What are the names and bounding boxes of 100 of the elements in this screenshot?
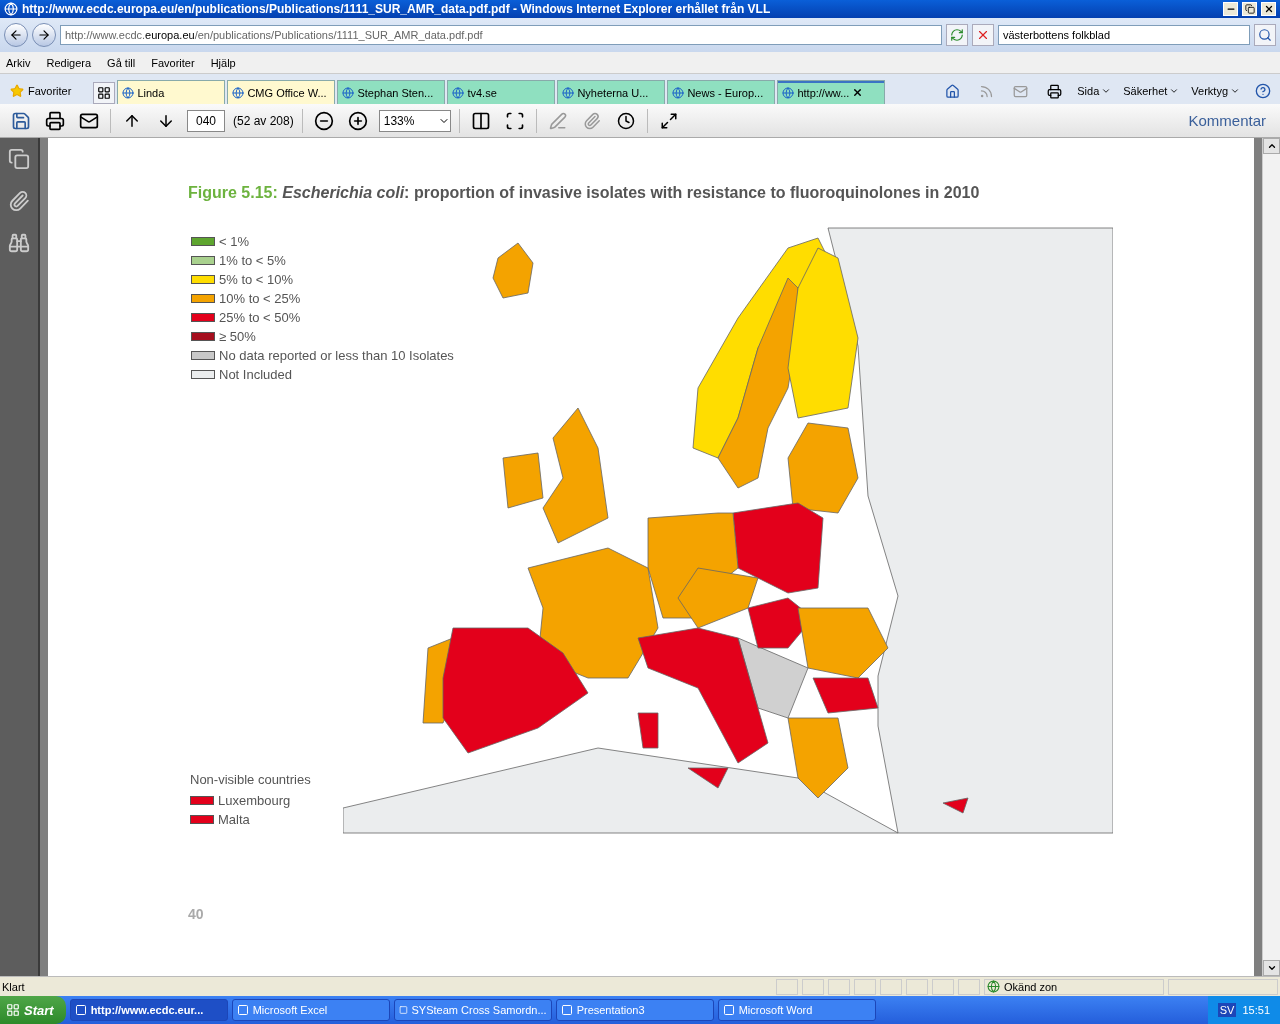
menu-item[interactable]: Gå till xyxy=(107,56,136,69)
legend-label: Not Included xyxy=(219,367,292,382)
caret-icon xyxy=(1101,86,1112,96)
window-icon xyxy=(74,1004,87,1016)
legend-label: No data reported or less than 10 Isolates xyxy=(219,348,454,363)
scroll-down-button[interactable] xyxy=(1263,960,1280,976)
window-icon xyxy=(236,1004,249,1016)
save-icon xyxy=(11,110,31,131)
refresh-icon xyxy=(950,28,964,42)
favorites-button[interactable]: Favoriter xyxy=(4,78,78,104)
search-field[interactable]: västerbottens folkblad xyxy=(998,25,1250,45)
browser-tab[interactable]: CMG Office W... xyxy=(227,80,336,104)
back-arrow-icon xyxy=(9,28,23,42)
clock: 15:51 xyxy=(1242,1004,1270,1016)
caret-icon xyxy=(1230,86,1240,96)
paperclip-icon xyxy=(582,111,601,130)
frame-icon xyxy=(504,110,525,131)
browser-tab[interactable]: News - Europ... xyxy=(667,80,776,104)
print-icon xyxy=(45,110,65,131)
quick-tabs-button[interactable] xyxy=(93,82,116,104)
globe-icon xyxy=(4,2,18,16)
columns-icon xyxy=(470,110,491,131)
status-pane xyxy=(802,978,824,995)
binoculars-icon[interactable] xyxy=(8,232,30,254)
menu-item[interactable]: Hjälp xyxy=(210,56,236,69)
taskbar-button[interactable]: Microsoft Excel xyxy=(231,999,390,1021)
window-title: http://www.ecdc.europa.eu/en/publications/Publications/1111_SUR_AMR_data.pdf.pdf - Windows Internet Explorer erhållet från VLL xyxy=(22,2,772,16)
legend-label: Luxembourg xyxy=(218,793,291,808)
browser-tab[interactable]: Nyheterna U... xyxy=(557,80,666,104)
taskbar-button[interactable]: Presentation3 xyxy=(555,999,714,1021)
page-number-field[interactable]: 040 xyxy=(187,109,225,132)
caret-icon xyxy=(1169,86,1180,96)
security-zone: Okänd zon xyxy=(984,978,1164,995)
refresh-button[interactable] xyxy=(946,24,968,46)
minimize-button[interactable] xyxy=(1223,2,1238,16)
globe-icon xyxy=(122,86,135,99)
menu-item[interactable]: Redigera xyxy=(46,56,92,69)
language-indicator[interactable]: SV xyxy=(1217,1003,1237,1017)
legend-label: 10% to < 25% xyxy=(219,291,301,306)
forward-button[interactable] xyxy=(32,23,56,47)
status-text: Klart xyxy=(2,980,26,993)
status-pane xyxy=(958,978,980,995)
command-menu[interactable]: Sida xyxy=(1075,85,1114,97)
page-number: 40 xyxy=(188,906,205,922)
status-pane xyxy=(828,978,850,995)
browser-tab[interactable]: Linda xyxy=(117,80,226,104)
star-icon xyxy=(10,84,24,98)
page-count: (52 av 208) xyxy=(233,113,294,128)
address-field[interactable]: http://www.ecdc.europa.eu/en/publications/Publications/1111_SUR_AMR_data.pdf.pdf xyxy=(60,25,942,45)
scrollbar[interactable] xyxy=(1262,138,1280,976)
search-icon xyxy=(1258,28,1272,42)
stop-button[interactable] xyxy=(972,24,994,46)
back-button[interactable] xyxy=(4,23,28,47)
globe-icon xyxy=(562,86,575,99)
paperclip-icon[interactable] xyxy=(8,190,30,212)
command-menu[interactable]: Säkerhet xyxy=(1121,85,1182,97)
globe-icon xyxy=(232,86,245,99)
browser-tab[interactable]: tv4.se xyxy=(447,80,556,104)
window-icon xyxy=(398,1004,408,1016)
legend-label: 5% to < 10% xyxy=(219,272,294,287)
close-icon xyxy=(1263,4,1274,14)
status-pane xyxy=(906,978,928,995)
expand-icon xyxy=(659,111,678,130)
legend-heading: Non-visible countries xyxy=(190,772,311,787)
close-button[interactable] xyxy=(1261,2,1276,16)
restore-button[interactable] xyxy=(1242,2,1257,16)
globe-icon xyxy=(342,86,355,99)
browser-tab[interactable]: Stephan Sten... xyxy=(337,80,446,104)
mail-icon xyxy=(1012,83,1028,99)
forward-arrow-icon xyxy=(37,28,51,42)
globe-icon xyxy=(782,86,795,99)
menu-item[interactable]: Favoriter xyxy=(151,56,195,69)
print-icon xyxy=(1046,83,1062,99)
status-pane xyxy=(880,978,902,995)
taskbar-button[interactable]: http://www.ecdc.eur... xyxy=(69,999,228,1021)
legend-label: < 1% xyxy=(219,234,249,249)
pen-icon xyxy=(548,111,567,130)
clock-icon xyxy=(616,111,635,130)
minus-icon xyxy=(313,110,334,131)
status-pane xyxy=(932,978,954,995)
close-icon xyxy=(976,28,990,42)
taskbar-button[interactable]: Microsoft Word xyxy=(717,999,876,1021)
scroll-up-button[interactable] xyxy=(1263,138,1280,154)
help-icon xyxy=(1255,83,1271,99)
start-button[interactable]: Start xyxy=(0,996,66,1024)
status-pane xyxy=(776,978,798,995)
comment-button[interactable]: Kommentar xyxy=(1182,111,1272,130)
command-menu[interactable]: Verktyg xyxy=(1189,85,1242,97)
browser-tab[interactable]: http://ww... xyxy=(777,80,886,104)
globe-icon xyxy=(452,86,465,99)
menu-item[interactable]: Arkiv xyxy=(6,56,31,69)
pages-icon[interactable] xyxy=(8,148,30,170)
taskbar-button[interactable]: SYSteam Cross Samordn... xyxy=(393,999,552,1021)
plus-icon xyxy=(347,110,368,131)
legend-label: ≥ 50% xyxy=(219,329,256,344)
up-caret-icon xyxy=(1266,141,1277,151)
search-button[interactable] xyxy=(1254,24,1276,46)
globe-icon xyxy=(987,980,1000,993)
zoom-dropdown[interactable]: 133% xyxy=(378,109,451,132)
status-pane xyxy=(854,978,876,995)
